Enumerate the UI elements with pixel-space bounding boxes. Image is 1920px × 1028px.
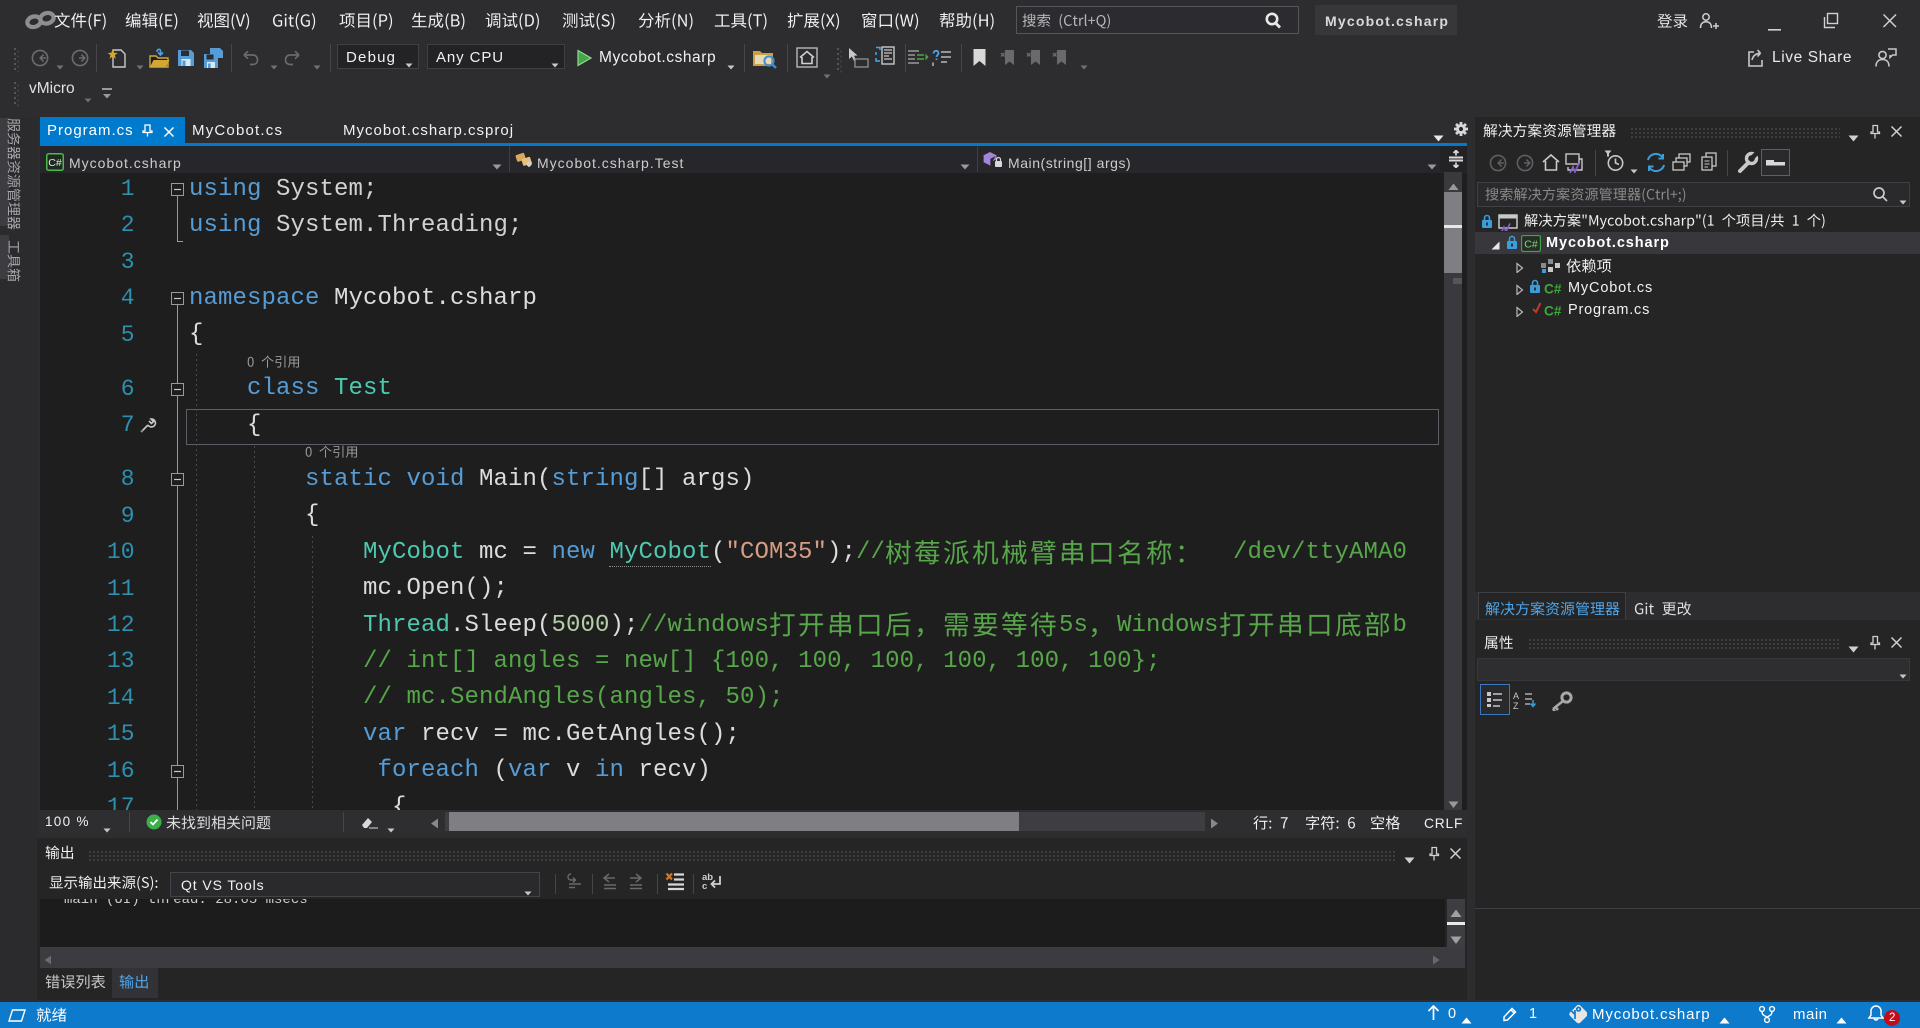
svg-text:C#: C# bbox=[1544, 281, 1562, 296]
svg-text:Z: Z bbox=[1513, 701, 1519, 710]
svg-text:C#: C# bbox=[1544, 303, 1562, 318]
svg-text:C#: C# bbox=[48, 157, 62, 169]
svg-text:C#: C# bbox=[1524, 239, 1538, 251]
svg-text:c: c bbox=[702, 881, 707, 891]
svg-text:A: A bbox=[1513, 691, 1519, 701]
